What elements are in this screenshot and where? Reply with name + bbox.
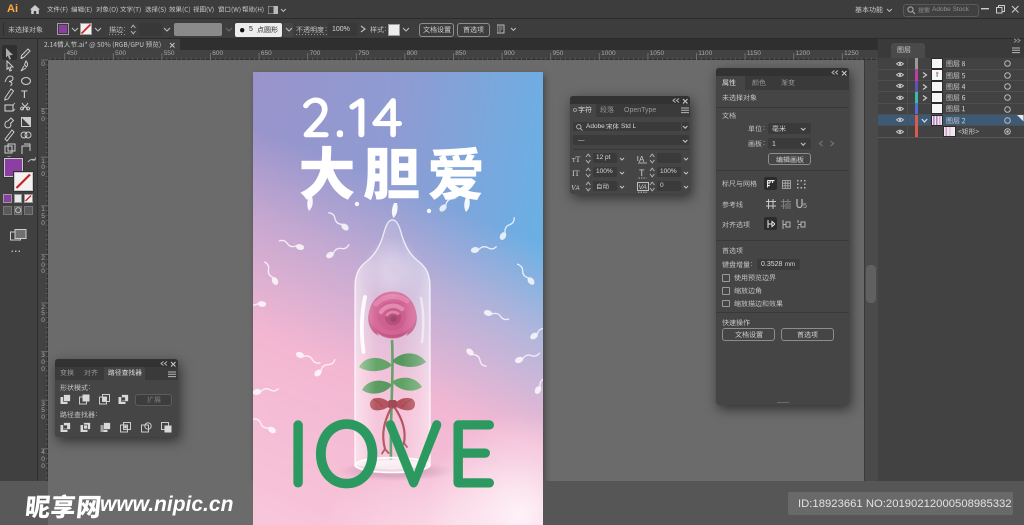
- svg-text:T: T: [21, 89, 28, 101]
- svg-text:T: T: [639, 168, 645, 178]
- svg-text:VA: VA: [639, 184, 647, 191]
- svg-text:5: 5: [803, 203, 807, 209]
